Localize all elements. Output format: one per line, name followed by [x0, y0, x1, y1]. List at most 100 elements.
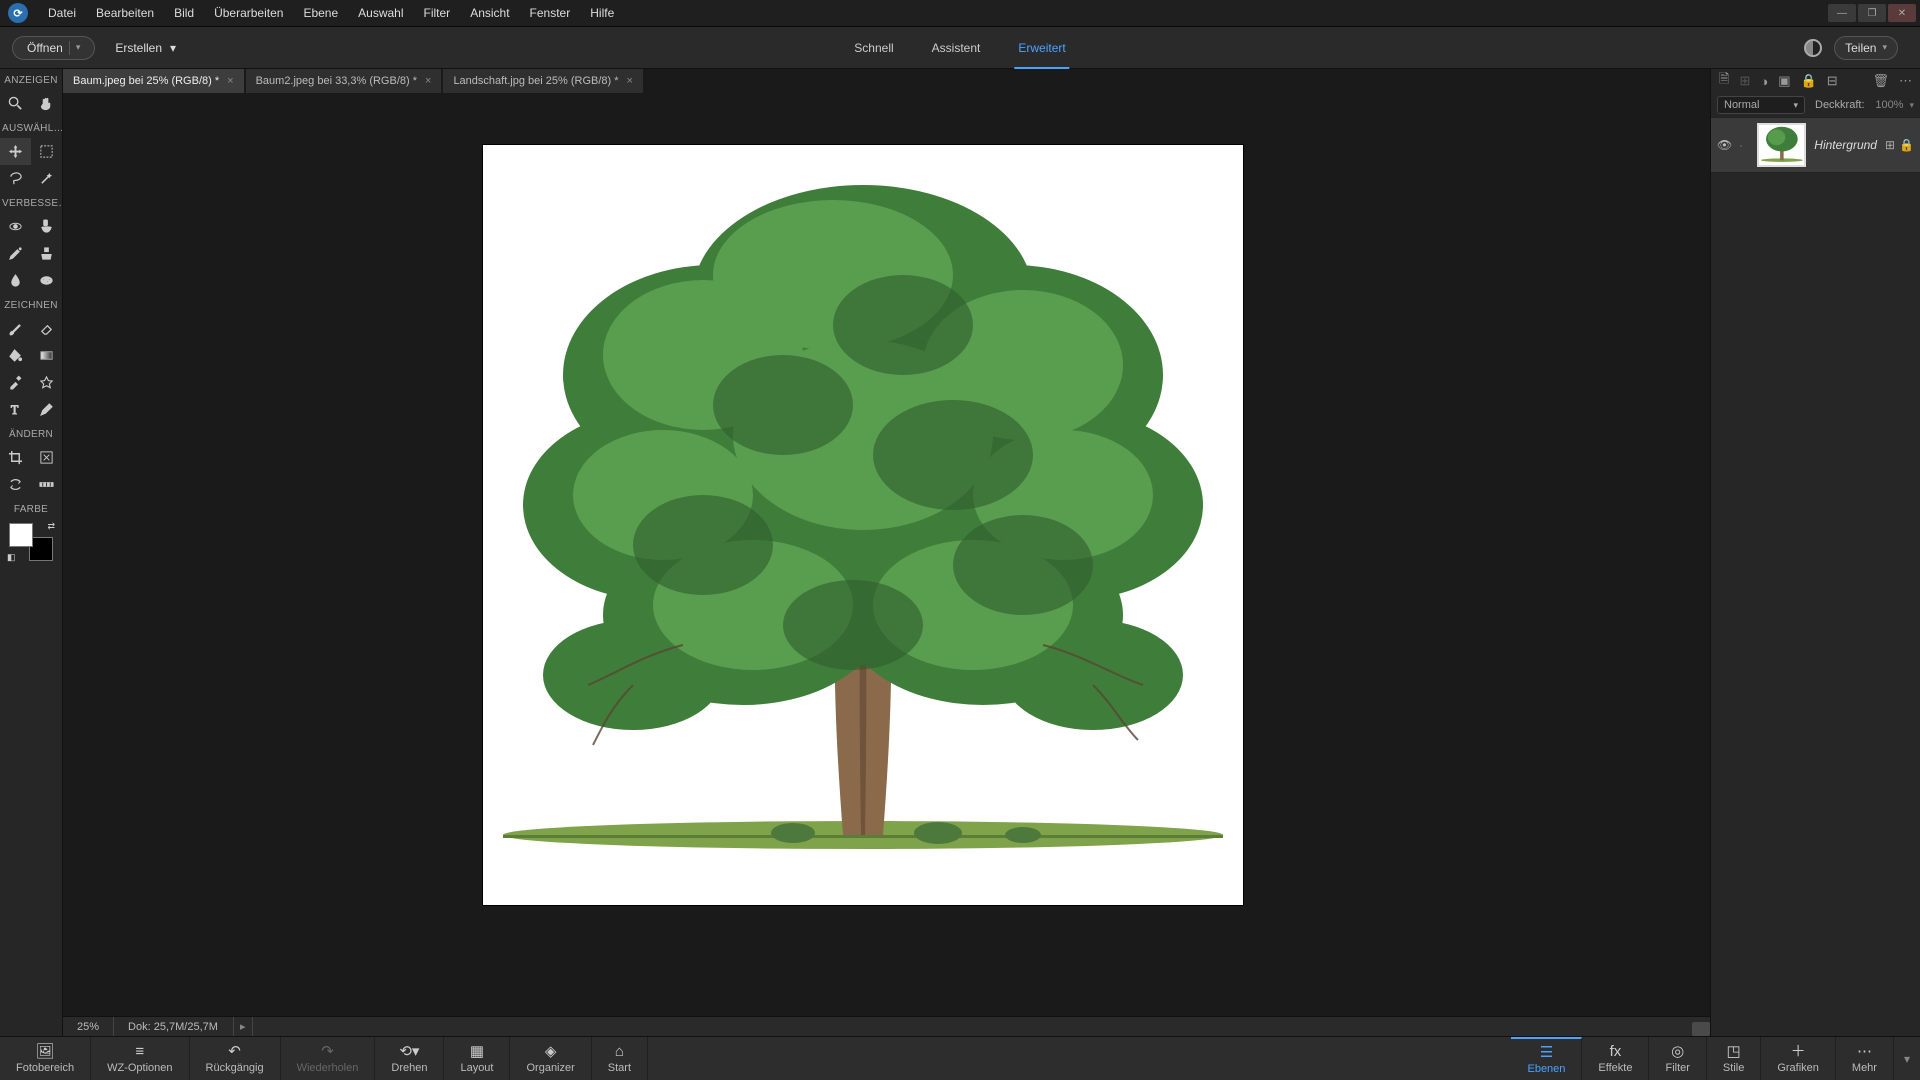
adjustment-layer-icon[interactable]: ◑: [1760, 74, 1768, 89]
tool-text[interactable]: T: [0, 396, 31, 423]
mode-tab-assistant[interactable]: Assistent: [928, 27, 985, 69]
tool-straighten[interactable]: [31, 471, 62, 498]
bb-rotate[interactable]: ⟲▾Drehen: [375, 1037, 444, 1080]
swap-colors-icon[interactable]: ⇄: [47, 521, 55, 532]
tool-recompose[interactable]: [31, 444, 62, 471]
status-doc-size[interactable]: Dok: 25,7M/25,7M: [114, 1017, 234, 1037]
window-close-button[interactable]: ✕: [1888, 4, 1916, 22]
tool-gradient[interactable]: [31, 342, 62, 369]
canvas-area[interactable]: 25% Dok: 25,7M/25,7M ▸: [63, 93, 1710, 1036]
tool-spot-heal[interactable]: [31, 213, 62, 240]
status-zoom[interactable]: 25%: [63, 1017, 114, 1037]
bb-redo[interactable]: ↷Wiederholen: [281, 1037, 376, 1080]
layer-visibility-icon[interactable]: 👁: [1717, 138, 1731, 152]
tool-pencil[interactable]: [31, 396, 62, 423]
filter-icon: ◎: [1671, 1043, 1684, 1061]
toolbox-heading-color: FARBE: [0, 498, 62, 519]
bb-fotobereich[interactable]: 🖼Fotobereich: [0, 1037, 91, 1080]
bb-tool-options[interactable]: ≡WZ-Optionen: [91, 1037, 189, 1080]
menu-ueberarbeiten[interactable]: Überarbeiten: [204, 0, 293, 27]
menu-bild[interactable]: Bild: [164, 0, 204, 27]
status-more-icon[interactable]: ▸: [234, 1017, 253, 1037]
horizontal-scrollbar[interactable]: [293, 1022, 1710, 1036]
layer-thumbnail[interactable]: [1757, 123, 1807, 167]
chevron-down-icon[interactable]: ▾: [1909, 100, 1914, 111]
bb-effects[interactable]: fxEffekte: [1582, 1037, 1649, 1080]
open-button[interactable]: Öffnen ▾: [12, 36, 95, 60]
tool-clone-stamp[interactable]: [31, 240, 62, 267]
layer-fx-icon[interactable]: ⊞: [1885, 138, 1895, 152]
tool-magic-wand[interactable]: [31, 165, 62, 192]
close-tab-icon[interactable]: ×: [227, 69, 233, 93]
create-button[interactable]: Erstellen ▾: [105, 37, 186, 59]
tool-smart-brush[interactable]: [0, 240, 31, 267]
tool-blur[interactable]: [0, 267, 31, 294]
menu-ansicht[interactable]: Ansicht: [460, 0, 519, 27]
blend-mode-value: Normal: [1724, 97, 1759, 113]
toolbox-heading-draw: ZEICHNEN: [0, 294, 62, 315]
tool-lasso[interactable]: [0, 165, 31, 192]
delete-layer-icon[interactable]: 🗑: [1872, 73, 1889, 89]
tool-hand[interactable]: [31, 90, 62, 117]
layer-lock-icon[interactable]: 🔒: [1899, 138, 1914, 152]
tool-content-aware-move[interactable]: [0, 471, 31, 498]
menu-hilfe[interactable]: Hilfe: [580, 0, 624, 27]
menu-datei[interactable]: Datei: [38, 0, 86, 27]
bb-styles[interactable]: ◳Stile: [1707, 1037, 1761, 1080]
tool-paint-bucket[interactable]: [0, 342, 31, 369]
bb-filters[interactable]: ◎Filter: [1649, 1037, 1706, 1080]
bb-layout[interactable]: ▦Layout: [444, 1037, 510, 1080]
bb-layers[interactable]: ☰Ebenen: [1511, 1037, 1582, 1080]
photos-icon: 🖼: [36, 1043, 55, 1061]
tool-shape[interactable]: [31, 369, 62, 396]
file-tab-0[interactable]: Baum.jpeg bei 25% (RGB/8) *×: [63, 69, 244, 93]
bb-expand-icon[interactable]: ▾: [1894, 1037, 1920, 1080]
tool-sponge[interactable]: [31, 267, 62, 294]
colorize-toggle-icon[interactable]: [1804, 39, 1822, 57]
close-tab-icon[interactable]: ×: [627, 69, 633, 93]
file-tab-2[interactable]: Landschaft.jpg bei 25% (RGB/8) *×: [443, 69, 643, 93]
bb-home[interactable]: ⌂Start: [592, 1037, 648, 1080]
plus-icon: ＋: [1791, 1043, 1806, 1061]
open-button-label: Öffnen: [27, 41, 63, 55]
tool-brush[interactable]: [0, 315, 31, 342]
mode-tab-quick[interactable]: Schnell: [850, 27, 897, 69]
mode-tab-advanced[interactable]: Erweitert: [1014, 27, 1069, 69]
foreground-color-swatch[interactable]: [9, 523, 33, 547]
default-colors-icon[interactable]: ◧: [7, 552, 16, 563]
tool-eraser[interactable]: [31, 315, 62, 342]
menu-filter[interactable]: Filter: [414, 0, 461, 27]
tool-crop[interactable]: [0, 444, 31, 471]
opacity-value[interactable]: 100%: [1875, 99, 1903, 111]
blend-mode-select[interactable]: Normal ▾: [1717, 96, 1805, 114]
share-button[interactable]: Teilen ▾: [1834, 36, 1898, 60]
mask-icon[interactable]: ▣: [1778, 73, 1790, 89]
bb-organizer[interactable]: ◈Organizer: [510, 1037, 591, 1080]
bb-more[interactable]: ⋯Mehr: [1836, 1037, 1894, 1080]
menu-auswahl[interactable]: Auswahl: [348, 0, 413, 27]
lock-layer-icon[interactable]: 🔒: [1801, 73, 1817, 89]
window-minimize-button[interactable]: —: [1828, 4, 1856, 22]
window-maximize-button[interactable]: ❐: [1858, 4, 1886, 22]
color-swatches[interactable]: ⇄ ◧: [9, 523, 53, 561]
tool-move[interactable]: [0, 138, 31, 165]
layer-name[interactable]: Hintergrund: [1814, 138, 1877, 152]
link-layers-icon[interactable]: ⊟: [1827, 73, 1838, 89]
menu-bearbeiten[interactable]: Bearbeiten: [86, 0, 164, 27]
layer-row[interactable]: 👁 · Hintergrund ⊞ 🔒: [1711, 117, 1920, 173]
horizontal-scrollbar-thumb[interactable]: [1692, 1022, 1710, 1036]
bb-undo[interactable]: ↶Rückgängig: [190, 1037, 281, 1080]
artboard[interactable]: [483, 145, 1243, 905]
tool-eyedropper[interactable]: [0, 369, 31, 396]
new-layer-icon[interactable]: 🗎: [1719, 70, 1729, 92]
menu-ebene[interactable]: Ebene: [293, 0, 348, 27]
panel-menu-icon[interactable]: ⋯: [1899, 73, 1912, 89]
close-tab-icon[interactable]: ×: [425, 69, 431, 93]
tool-marquee[interactable]: [31, 138, 62, 165]
tool-redeye[interactable]: [0, 213, 31, 240]
menu-fenster[interactable]: Fenster: [520, 0, 581, 27]
bb-graphics[interactable]: ＋Grafiken: [1761, 1037, 1836, 1080]
tool-zoom[interactable]: [0, 90, 31, 117]
new-group-icon[interactable]: ⊞: [1739, 73, 1750, 89]
file-tab-1[interactable]: Baum2.jpeg bei 33,3% (RGB/8) *×: [246, 69, 442, 93]
